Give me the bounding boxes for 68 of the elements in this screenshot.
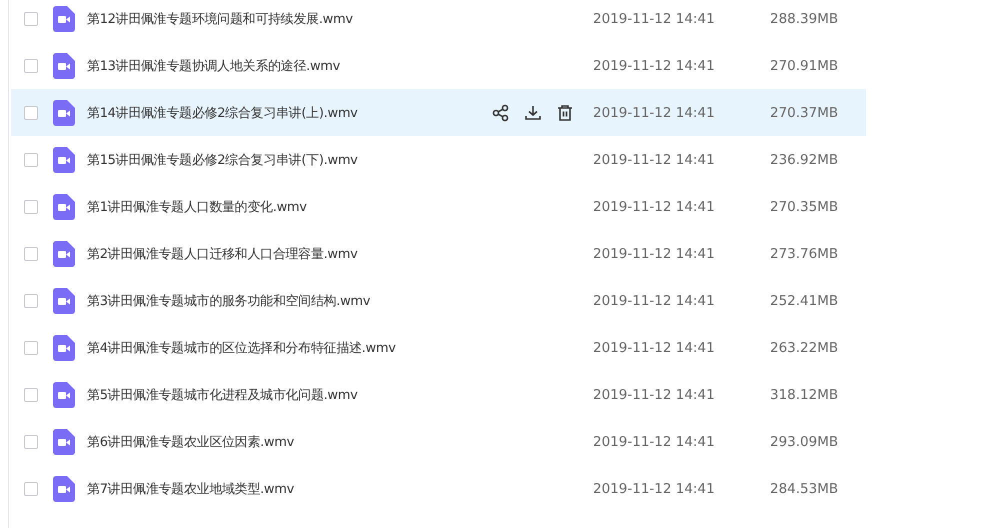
modified-date: 2019-11-12 14:41 <box>593 10 716 26</box>
checkbox[interactable] <box>24 246 38 260</box>
file-row[interactable]: 第6讲田佩淮专题农业区位因素.wmv 2019-11-12 14:41 293.09MB <box>11 418 866 465</box>
file-size: 263.22MB <box>770 340 840 356</box>
file-name: 第13讲田佩淮专题协调人地关系的途径.wmv <box>87 58 340 74</box>
modified-date: 2019-11-12 14:41 <box>593 480 716 496</box>
file-name: 第5讲田佩淮专题城市化进程及城市化问题.wmv <box>87 386 358 404</box>
modified-date: 2019-11-12 14:41 <box>593 292 716 308</box>
file-row[interactable]: 第1讲田佩淮专题人口数量的变化.wmv 2019-11-12 14:41 270.35MB <box>11 183 866 230</box>
file-row[interactable]: 第13讲田佩淮专题协调人地关系的途径.wmv 2019-11-12 14:41 270.91MB <box>11 42 866 89</box>
checkbox[interactable] <box>24 12 38 26</box>
file-row[interactable]: 第12讲田佩淮专题环境问题和可持续发展.wmv 2019-11-12 14:41 288.39MB <box>11 0 866 42</box>
file-name: 第12讲田佩淮专题环境问题和可持续发展.wmv <box>87 10 353 28</box>
checkbox[interactable] <box>24 482 38 496</box>
file-size: 270.35MB <box>770 198 840 214</box>
video-file-icon <box>53 100 75 126</box>
video-file-icon <box>53 146 75 172</box>
file-row[interactable]: 第2讲田佩淮专题人口迁移和人口合理容量.wmv 2019-11-12 14:41 273.76MB <box>11 230 866 277</box>
file-name: 第14讲田佩淮专题必修2综合复习串讲(上).wmv <box>87 104 358 122</box>
modified-date: 2019-11-12 14:41 <box>593 386 716 402</box>
video-file-icon <box>53 52 75 78</box>
file-size: 318.12MB <box>770 386 840 402</box>
file-row[interactable]: 第7讲田佩淮专题农业地域类型.wmv 2019-11-12 14:41 284.53MB <box>11 465 866 512</box>
checkbox[interactable] <box>24 200 38 214</box>
video-file-icon <box>53 382 75 408</box>
modified-date: 2019-11-12 14:41 <box>593 152 716 168</box>
file-name: 第2讲田佩淮专题人口迁移和人口合理容量.wmv <box>87 246 358 262</box>
file-name: 第7讲田佩淮专题农业地域类型.wmv <box>87 480 294 498</box>
file-size: 284.53MB <box>770 480 840 496</box>
checkbox[interactable] <box>24 106 38 120</box>
share-icon[interactable] <box>491 102 511 122</box>
modified-date: 2019-11-12 14:41 <box>593 198 716 214</box>
checkbox[interactable] <box>24 294 38 308</box>
file-row[interactable]: 第3讲田佩淮专题城市的服务功能和空间结构.wmv 2019-11-12 14:41 252.41MB <box>11 277 866 324</box>
file-name: 第15讲田佩淮专题必修2综合复习串讲(下).wmv <box>87 152 358 168</box>
modified-date: 2019-11-12 14:41 <box>593 434 716 450</box>
file-row[interactable]: 第15讲田佩淮专题必修2综合复习串讲(下).wmv 2019-11-12 14:41 236.92MB <box>11 136 866 183</box>
file-name: 第4讲田佩淮专题城市的区位选择和分布特征描述.wmv <box>87 340 396 356</box>
file-row[interactable]: 第5讲田佩淮专题城市化进程及城市化问题.wmv 2019-11-12 14:41 318.12MB <box>11 371 866 418</box>
modified-date: 2019-11-12 14:41 <box>593 340 716 356</box>
video-file-icon <box>53 476 75 502</box>
video-file-icon <box>53 334 75 360</box>
file-size: 270.91MB <box>770 58 840 74</box>
video-file-icon <box>53 288 75 314</box>
checkbox[interactable] <box>24 152 38 166</box>
video-file-icon <box>53 194 75 220</box>
file-size: 273.76MB <box>770 246 840 262</box>
video-file-icon <box>53 6 75 32</box>
file-size: 252.41MB <box>770 292 840 308</box>
file-row[interactable]: 第4讲田佩淮专题城市的区位选择和分布特征描述.wmv 2019-11-12 14:41 263.22MB <box>11 324 866 371</box>
file-name: 第3讲田佩淮专题城市的服务功能和空间结构.wmv <box>87 292 370 310</box>
modified-date: 2019-11-12 14:41 <box>593 58 716 74</box>
file-row[interactable]: 第14讲田佩淮专题必修2综合复习串讲(上).wmv 2019-11-12 14:41 270.37MB <box>11 89 866 136</box>
file-size: 288.39MB <box>770 10 840 26</box>
video-file-icon <box>53 428 75 454</box>
modified-date: 2019-11-12 14:41 <box>593 246 716 262</box>
checkbox[interactable] <box>24 58 38 72</box>
file-name: 第6讲田佩淮专题农业区位因素.wmv <box>87 434 294 450</box>
file-name: 第1讲田佩淮专题人口数量的变化.wmv <box>87 198 307 216</box>
trash-icon[interactable] <box>555 102 575 122</box>
file-size: 270.37MB <box>770 104 840 120</box>
file-size: 236.92MB <box>770 152 840 168</box>
file-size: 293.09MB <box>770 434 840 450</box>
checkbox[interactable] <box>24 388 38 402</box>
modified-date: 2019-11-12 14:41 <box>593 104 716 120</box>
checkbox[interactable] <box>24 340 38 354</box>
video-file-icon <box>53 240 75 266</box>
checkbox[interactable] <box>24 434 38 448</box>
